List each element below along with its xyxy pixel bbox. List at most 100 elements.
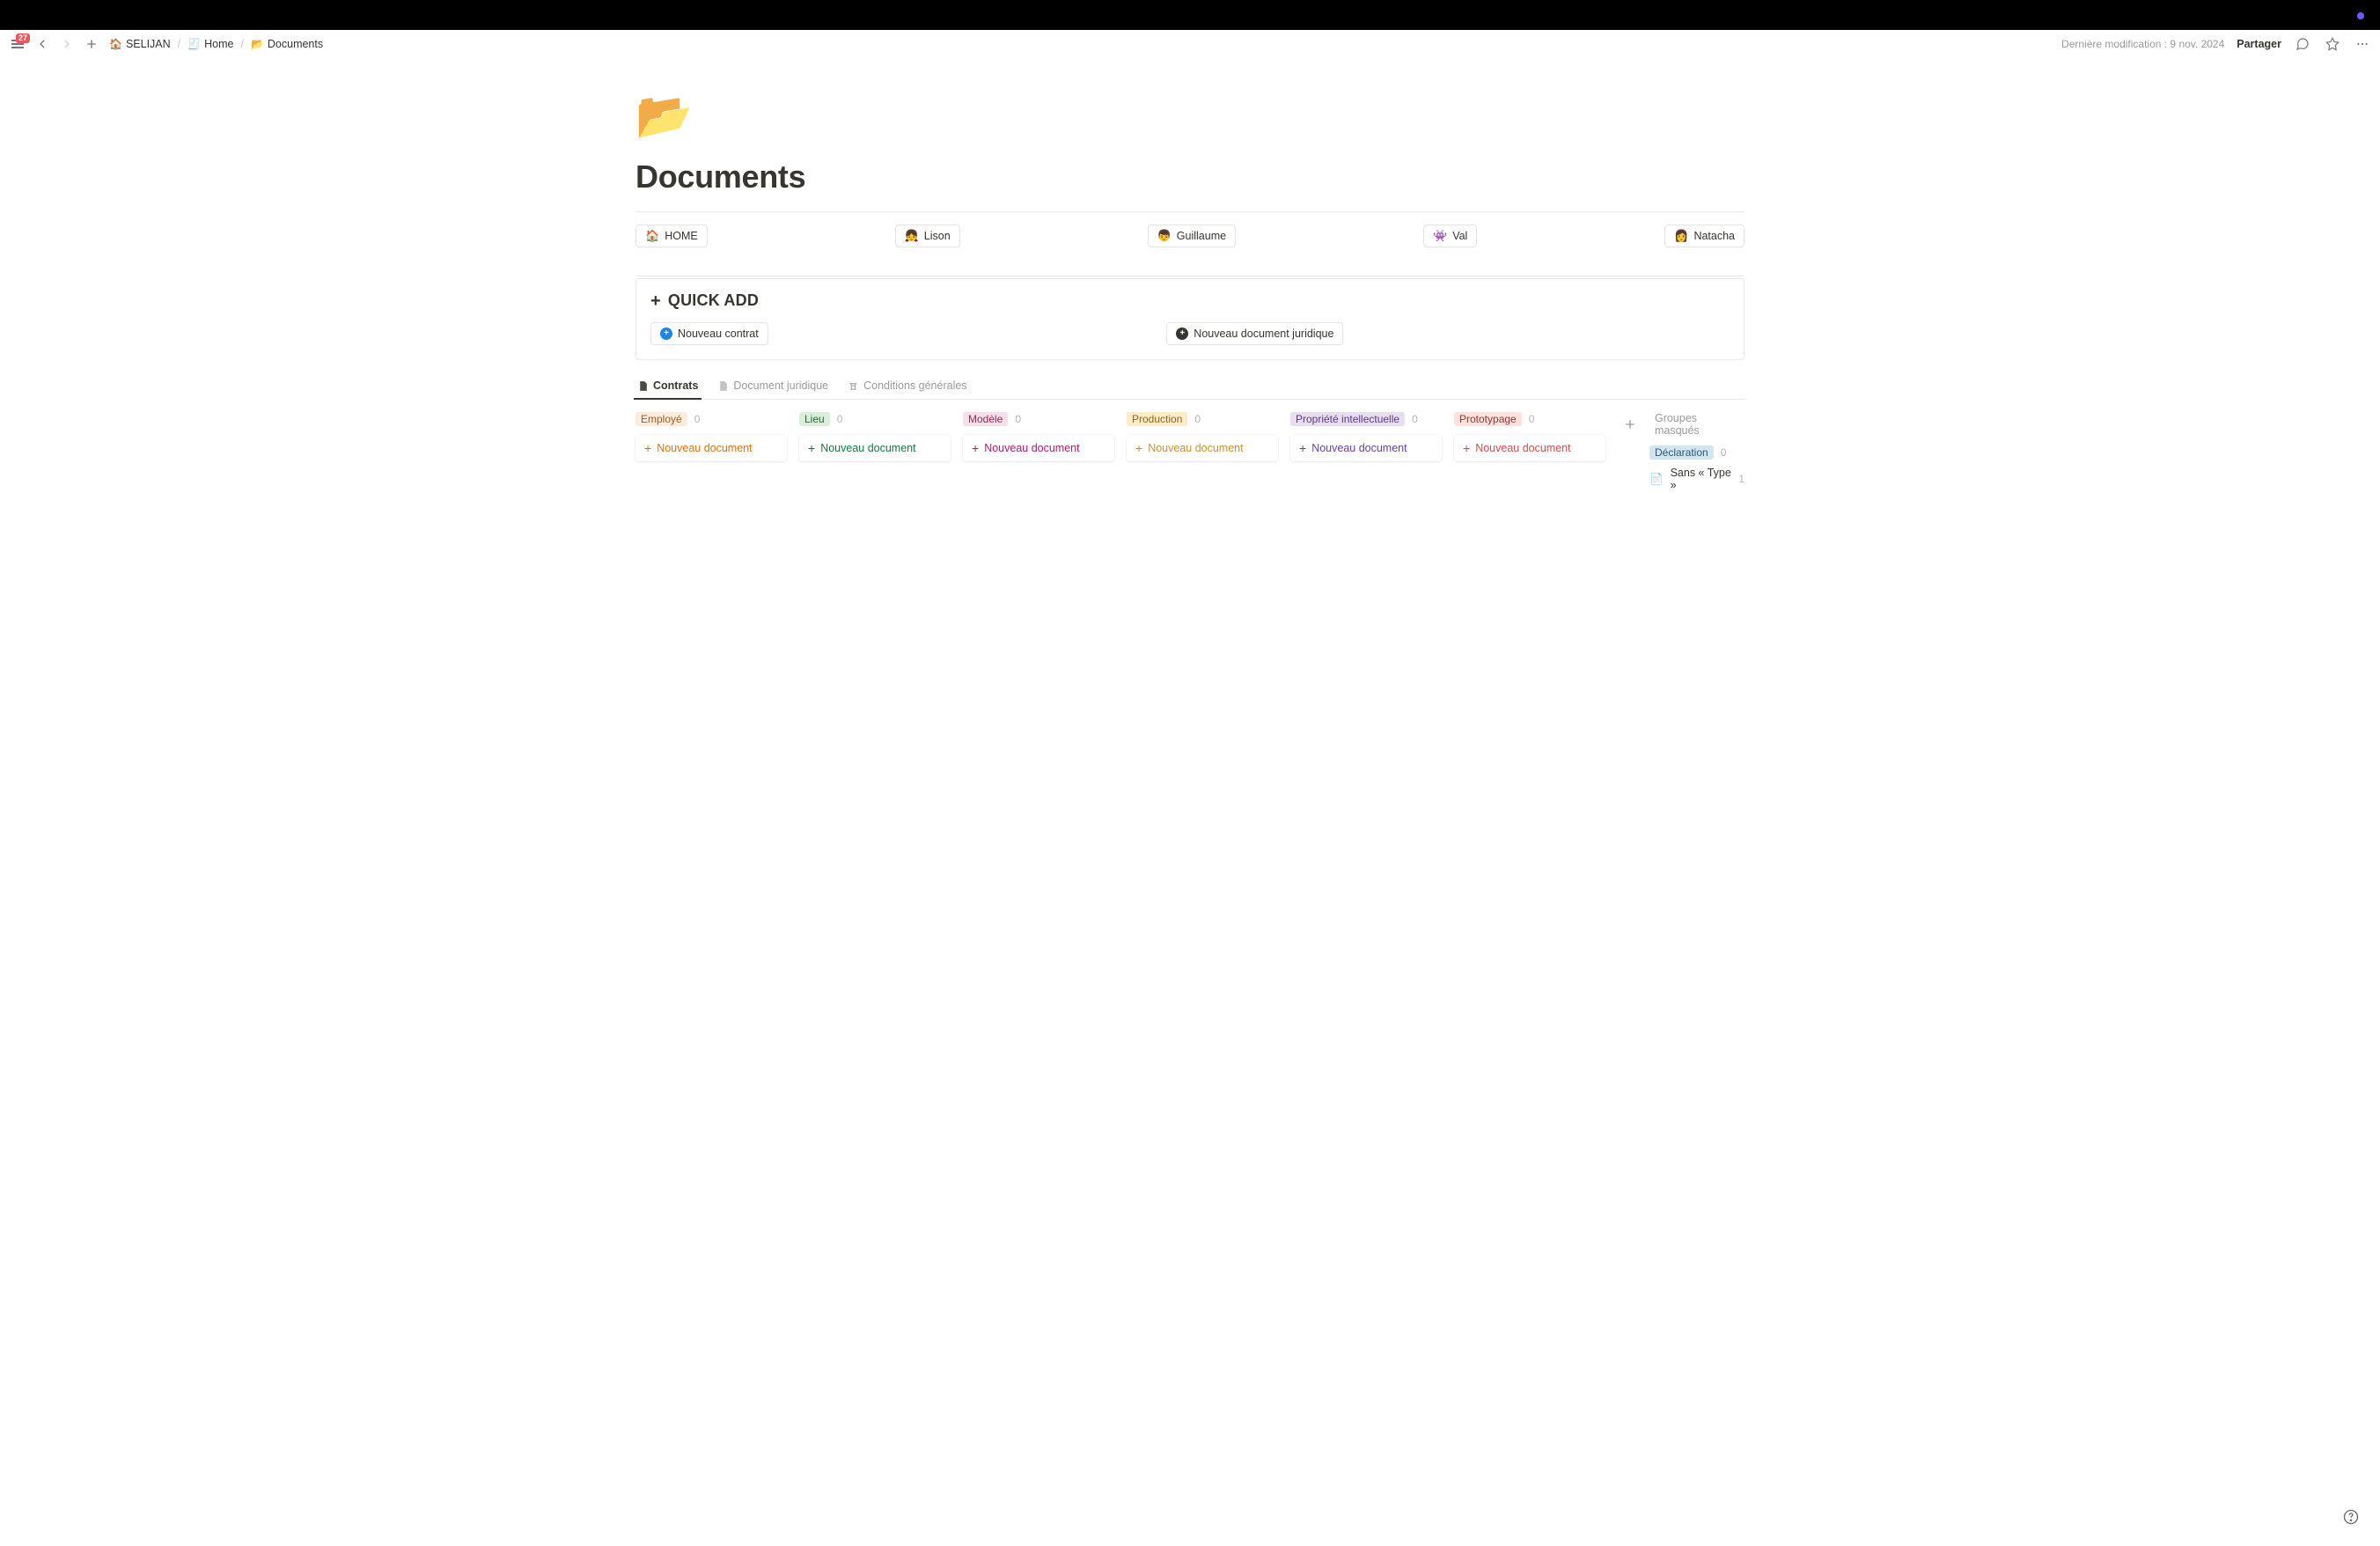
- page-icon: 🧾: [187, 39, 201, 49]
- plus-icon: +: [1299, 442, 1306, 454]
- page-icon[interactable]: 📂: [635, 93, 1745, 139]
- new-document-button[interactable]: + Nouveau document: [635, 435, 787, 461]
- breadcrumb-separator: /: [178, 38, 180, 50]
- new-document-button[interactable]: + Nouveau document: [963, 435, 1114, 461]
- nav-forward-button[interactable]: [58, 35, 76, 53]
- hidden-group-declaration[interactable]: Déclaration0: [1649, 445, 1745, 460]
- avatar-icon: 👩: [1674, 229, 1688, 243]
- new-document-button[interactable]: +Nouveau document: [1290, 435, 1442, 461]
- link-guillaume[interactable]: 👦 Guillaume: [1148, 225, 1236, 247]
- plus-icon: +: [644, 442, 651, 454]
- hidden-group-no-type[interactable]: 📄 Sans « Type » 1: [1649, 467, 1745, 491]
- quick-add-title-text: QUICK ADD: [668, 291, 759, 310]
- plus-icon: +: [1463, 442, 1470, 454]
- comments-button[interactable]: [2294, 35, 2311, 53]
- tab-conditions-generales[interactable]: Conditions générales: [846, 374, 968, 399]
- link-natacha[interactable]: 👩 Natacha: [1664, 225, 1745, 247]
- plus-circle-icon: +: [1176, 328, 1188, 340]
- column-count: 0: [837, 413, 843, 425]
- avatar-icon: 👾: [1433, 229, 1447, 243]
- new-document-label: Nouveau document: [984, 442, 1079, 454]
- control-center-dot-icon: [2357, 12, 2364, 19]
- updates-badge: 27: [16, 33, 30, 43]
- hidden-groups-label[interactable]: Groupes masqués: [1655, 412, 1745, 437]
- home-icon: 🏠: [109, 39, 122, 49]
- board-column: Production 0 +Nouveau document: [1127, 412, 1278, 461]
- favorite-button[interactable]: [2324, 35, 2341, 53]
- breadcrumb: 🏠 SELIJAN / 🧾 Home / 📂 Documents: [107, 36, 325, 52]
- plus-icon: +: [808, 442, 815, 454]
- sidebar-toggle-button[interactable]: 27: [9, 35, 26, 53]
- share-button[interactable]: Partager: [2237, 38, 2281, 50]
- home-icon: 🏠: [645, 229, 659, 243]
- column-header[interactable]: Employé0: [635, 412, 787, 426]
- nav-back-button[interactable]: [33, 35, 51, 53]
- link-home[interactable]: 🏠 HOME: [635, 225, 708, 247]
- add-group-button[interactable]: [1618, 413, 1642, 436]
- board-column: Prototypage0 + Nouveau document: [1454, 412, 1605, 461]
- tab-label: Document juridique: [733, 379, 828, 392]
- breadcrumb-label: Documents: [268, 38, 323, 50]
- column-header[interactable]: Modèle 0: [963, 412, 1114, 426]
- page-icon: 📄: [1649, 473, 1664, 486]
- tab-contrats[interactable]: Contrats: [635, 374, 700, 399]
- breadcrumb-label: SELIJAN: [126, 38, 171, 50]
- new-document-button[interactable]: +Nouveau document: [1127, 435, 1278, 461]
- column-count: 0: [1412, 413, 1418, 425]
- link-lison[interactable]: 👧 Lison: [895, 225, 960, 247]
- board-view: Employé0+Nouveau documentLieu0+Nouveau d…: [635, 412, 1745, 491]
- column-count: 0: [1529, 413, 1535, 425]
- column-tag: Propriété intellectuelle: [1290, 412, 1405, 426]
- tab-label: Contrats: [653, 379, 698, 392]
- people-links-row: 🏠 HOME 👧 Lison 👦 Guillaume 👾 Val 👩 Natac…: [635, 212, 1745, 260]
- column-header[interactable]: Production 0: [1127, 412, 1278, 426]
- topbar: 27 🏠 SELIJAN / 🧾 Home / 📂 Documents: [0, 30, 2380, 58]
- new-legal-doc-button[interactable]: + Nouveau document juridique: [1166, 322, 1343, 345]
- chip-label: Guillaume: [1177, 230, 1226, 242]
- help-button[interactable]: [2338, 1504, 2364, 1530]
- link-val[interactable]: 👾 Val: [1423, 225, 1477, 247]
- group-label: Sans « Type »: [1671, 467, 1732, 491]
- board-column: Employé0 + Nouveau document: [635, 412, 787, 461]
- column-header[interactable]: Propriété intellectuelle 0: [1290, 412, 1442, 426]
- chip-label: Lison: [924, 230, 951, 242]
- board-column: Lieu0 +Nouveau document: [799, 412, 951, 461]
- new-contract-button[interactable]: + Nouveau contrat: [650, 322, 768, 345]
- column-tag: Employé: [635, 412, 687, 426]
- page-title[interactable]: Documents: [635, 158, 1745, 195]
- last-modified-label: Dernière modification : 9 nov. 2024: [2061, 38, 2224, 50]
- breadcrumb-workspace[interactable]: 🏠 SELIJAN: [107, 36, 173, 52]
- plus-icon: +: [650, 292, 661, 310]
- breadcrumb-current[interactable]: 📂 Documents: [249, 36, 325, 52]
- plus-icon: +: [972, 442, 979, 454]
- column-header[interactable]: Lieu0: [799, 412, 951, 426]
- breadcrumb-home[interactable]: 🧾 Home: [186, 36, 235, 52]
- avatar-icon: 👦: [1157, 229, 1172, 243]
- column-tag: Production: [1127, 412, 1187, 426]
- new-tab-button[interactable]: [83, 35, 100, 53]
- new-document-label: Nouveau document: [1475, 442, 1570, 454]
- chip-label: Val: [1452, 230, 1467, 242]
- button-label: Nouveau document juridique: [1194, 328, 1333, 340]
- new-document-button[interactable]: +Nouveau document: [799, 435, 951, 461]
- breadcrumb-label: Home: [204, 38, 233, 50]
- button-label: Nouveau contrat: [678, 328, 759, 340]
- group-tag: Déclaration: [1649, 445, 1714, 460]
- folder-icon: 📂: [251, 39, 264, 49]
- quick-add-block: + QUICK ADD + Nouveau contrat + Nouveau …: [635, 278, 1745, 360]
- tab-document-juridique[interactable]: Document juridique: [716, 374, 830, 399]
- new-document-button[interactable]: + Nouveau document: [1454, 435, 1605, 461]
- board-column: Propriété intellectuelle 0 +Nouveau docume…: [1290, 412, 1442, 461]
- column-count: 0: [1194, 413, 1201, 425]
- breadcrumb-separator: /: [240, 38, 243, 50]
- quick-add-title: + QUICK ADD: [650, 291, 1730, 310]
- new-document-label: Nouveau document: [657, 442, 752, 454]
- column-tag: Modèle: [963, 412, 1008, 426]
- column-count: 0: [1015, 413, 1021, 425]
- column-header[interactable]: Prototypage0: [1454, 412, 1605, 426]
- group-count: 1: [1738, 473, 1745, 485]
- more-button[interactable]: [2354, 35, 2371, 53]
- plus-icon: +: [1135, 442, 1142, 454]
- tab-label: Conditions générales: [863, 379, 966, 392]
- view-tabs: Contrats Document juridique Conditions g…: [635, 374, 1745, 400]
